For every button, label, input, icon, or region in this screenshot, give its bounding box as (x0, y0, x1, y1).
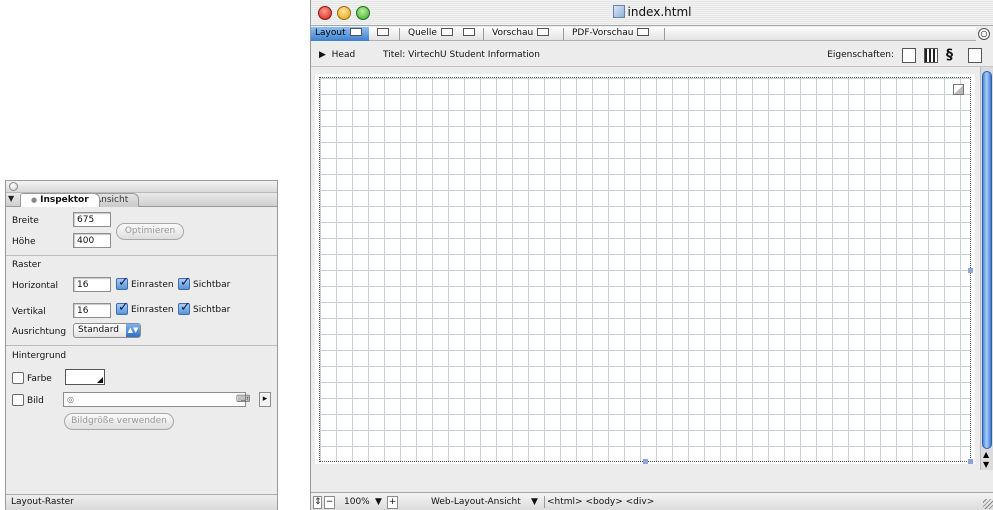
optimize-button[interactable]: Optimieren (116, 223, 184, 240)
resize-handle-corner[interactable] (968, 459, 973, 464)
head-toggle[interactable]: ▶ Head (319, 50, 355, 60)
zoom-out-button[interactable]: − (324, 496, 335, 509)
vertical-scrollbar[interactable]: ▲ ▼ (980, 67, 993, 470)
toolbar-toggle-icon[interactable]: ○ (978, 28, 990, 40)
separator (399, 28, 400, 40)
height-field[interactable]: 400 (73, 233, 111, 248)
alignment-select[interactable]: Standard ▲▼ (73, 323, 141, 338)
page-properties-icon[interactable] (902, 48, 916, 63)
collapse-triangle-icon[interactable]: ▼ (8, 194, 14, 203)
tab-pdf-vorschau[interactable]: PDF-Vorschau (568, 27, 653, 41)
inspector-status: Layout-Raster (6, 494, 277, 510)
tab-quelle[interactable]: Quelle (404, 27, 457, 41)
document-window: index.html Layout Quelle Vorschau PDF-Vo… (310, 0, 993, 510)
link-inspector-icon[interactable]: § (946, 48, 960, 63)
width-label: Breite (12, 216, 39, 226)
horizontal-visible-label: Sichtbar (193, 280, 231, 290)
window-title: index.html (311, 5, 993, 19)
background-heading: Hintergrund (12, 351, 67, 361)
link-icon: ◎ (67, 395, 74, 404)
head-bar: ▶ Head Titel: VirtechU Student Informati… (311, 45, 993, 67)
select-arrows-icon: ▲▼ (126, 324, 140, 337)
status-bar: ⇕ − 100% ▼ + Web-Layout-Ansicht ▼ <html>… (311, 492, 993, 510)
split-view-icon (463, 28, 475, 36)
separator (483, 28, 484, 40)
width-field[interactable]: 675 (73, 212, 111, 227)
zoom-stepper-icon[interactable]: ⇕ (313, 496, 322, 509)
alignment-label: Ausrichtung (12, 327, 67, 337)
divider (6, 255, 277, 256)
inspector-tabbar: ▼ ● Inspektor Ansicht (6, 193, 277, 207)
horizontal-field[interactable]: 16 (73, 277, 111, 292)
raster-heading: Raster (12, 260, 42, 270)
image-checkbox[interactable] (12, 394, 24, 406)
vertical-snap-checkbox[interactable] (116, 300, 129, 315)
inspector-palette: ▼ ● Inspektor Ansicht Breite 675 Höhe 400… (5, 180, 278, 510)
tab-layout[interactable]: Layout (311, 27, 369, 41)
image-path-field[interactable]: ◎ (63, 392, 246, 407)
tab-dot-icon: ● (31, 196, 38, 204)
view-mode-label[interactable]: Web-Layout-Ansicht (431, 496, 521, 508)
color-well[interactable] (65, 369, 105, 385)
view-mode-bar: Layout Quelle Vorschau PDF-Vorschau (311, 27, 976, 41)
inspector-titlebar[interactable] (6, 181, 277, 193)
page-title[interactable]: Titel: VirtechU Student Information (383, 50, 540, 60)
tab-inspektor[interactable]: ● Inspektor (20, 193, 100, 207)
scroll-up-icon[interactable]: ▲ (983, 450, 989, 459)
tab-quelle-split[interactable] (459, 27, 479, 41)
arrow-right-icon[interactable]: ▸ (259, 392, 271, 407)
view-mode-dropdown-icon[interactable]: ▼ (531, 496, 538, 508)
horizontal-snap-label: Einrasten (131, 280, 174, 290)
tab-layout-table[interactable] (373, 27, 393, 41)
properties-label: Eigenschaften: (827, 50, 894, 60)
vertical-visible-label: Sichtbar (193, 305, 231, 315)
close-icon[interactable] (9, 182, 18, 191)
resize-corner-icon[interactable] (953, 84, 964, 95)
vertical-field[interactable]: 16 (73, 303, 111, 318)
layout-canvas[interactable] (315, 74, 975, 464)
scroll-thumb[interactable] (982, 71, 992, 449)
vertical-snap-label: Einrasten (131, 305, 174, 315)
vertical-label: Vertikal (12, 307, 46, 317)
separator (664, 28, 665, 40)
horizontal-visible-checkbox[interactable] (178, 275, 191, 290)
divider (6, 345, 277, 346)
css-icon[interactable] (968, 48, 982, 63)
zoom-level[interactable]: 100% (344, 496, 370, 508)
resize-handle-right[interactable] (968, 268, 973, 273)
source-view-icon (440, 28, 453, 36)
color-label: Farbe (27, 374, 52, 384)
table-view-icon (377, 28, 389, 36)
layout-grid[interactable] (319, 77, 973, 464)
pdf-icon (637, 28, 650, 36)
horizontal-snap-checkbox[interactable] (116, 275, 129, 290)
image-label: Bild (27, 396, 44, 406)
resize-grip-icon[interactable] (983, 499, 993, 509)
tab-vorschau[interactable]: Vorschau (488, 27, 553, 41)
height-label: Höhe (12, 237, 36, 247)
scroll-down-icon[interactable]: ▼ (983, 460, 989, 469)
zoom-dropdown-icon[interactable]: ▼ (375, 496, 382, 508)
folder-icon[interactable]: ⌨ (236, 394, 250, 405)
use-image-size-button[interactable]: Bildgröße verwenden (64, 413, 174, 430)
separator (563, 28, 564, 40)
resize-handle-bottom[interactable] (643, 459, 648, 464)
vertical-visible-checkbox[interactable] (178, 300, 191, 315)
preview-icon (537, 28, 550, 36)
color-checkbox[interactable] (12, 372, 24, 384)
tag-path[interactable]: <html> <body> <div> (544, 496, 654, 508)
layout-view-icon (349, 28, 362, 36)
horizontal-label: Horizontal (12, 281, 58, 291)
window-titlebar[interactable]: index.html (311, 0, 993, 26)
media-icon[interactable] (924, 48, 938, 63)
html-file-icon (612, 5, 625, 18)
zoom-in-button[interactable]: + (387, 496, 398, 509)
